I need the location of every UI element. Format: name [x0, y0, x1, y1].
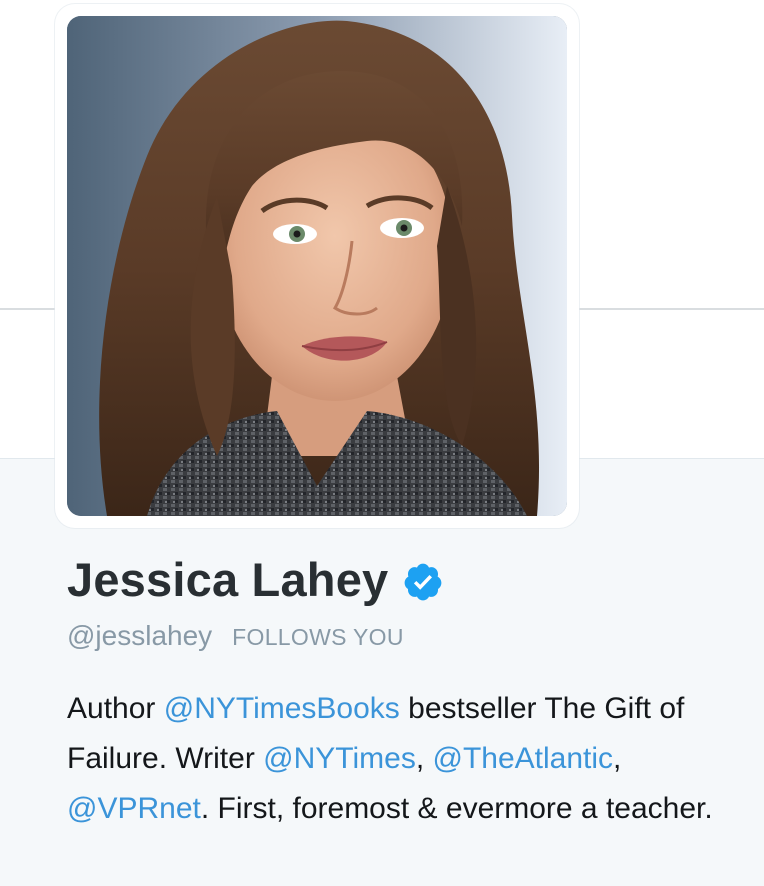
avatar[interactable] [67, 16, 567, 516]
avatar-photo [67, 16, 567, 516]
bio-mention-nytimesbooks[interactable]: @NYTimesBooks [164, 692, 400, 725]
profile-handle[interactable]: @jesslahey [67, 620, 212, 652]
profile-name-text[interactable]: Jessica Lahey [67, 552, 388, 607]
profile-name: Jessica Lahey [67, 552, 444, 607]
bio-text: , [415, 742, 433, 775]
avatar-frame [55, 4, 579, 528]
bio-text: Author [67, 692, 164, 725]
follows-you-badge: FOLLOWS YOU [232, 624, 404, 650]
bio-mention-vprnet[interactable]: @VPRnet [67, 792, 201, 825]
bio-text: , [613, 742, 622, 775]
bio-text: . First, foremost & evermore a teacher. [200, 792, 713, 825]
bio-mention-theatlantic[interactable]: @TheAtlantic [433, 742, 614, 775]
verified-badge-icon [402, 561, 444, 603]
profile-bio: Author @NYTimesBooks bestseller The Gift… [67, 684, 747, 834]
handle-row: @jesslahey FOLLOWS YOU [67, 620, 404, 652]
bio-mention-nytimes[interactable]: @NYTimes [263, 742, 416, 775]
